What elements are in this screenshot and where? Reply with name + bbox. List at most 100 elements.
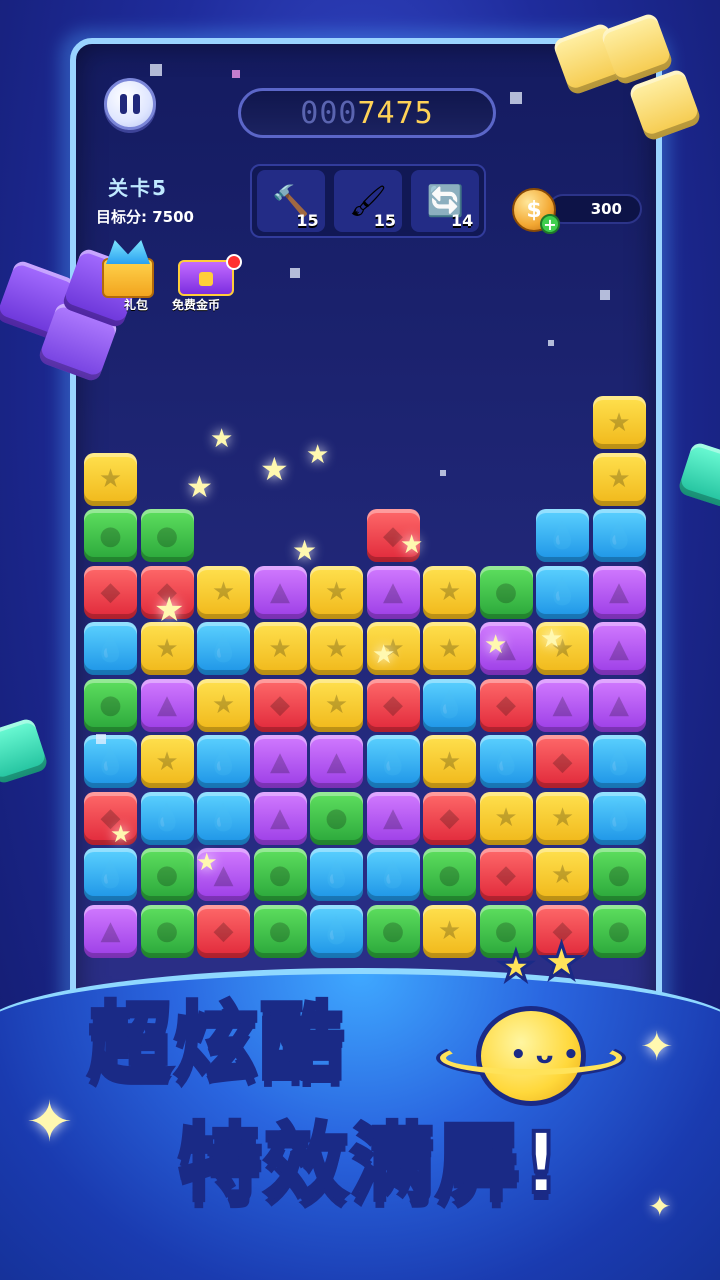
red-tile-symbol-icon: ◆: [383, 690, 403, 720]
blue-tile[interactable]: 💧: [197, 791, 250, 845]
green-tile[interactable]: ●: [479, 565, 533, 619]
yellow-tile[interactable]: ★: [423, 904, 476, 958]
yellow-tile[interactable]: ★: [84, 452, 137, 506]
green-tile[interactable]: ●: [310, 791, 363, 845]
hammer-count: 15: [296, 211, 319, 230]
blue-tile-symbol-icon: 💧: [433, 690, 466, 720]
red-tile[interactable]: ◆: [479, 848, 533, 901]
blue-tile[interactable]: 💧: [479, 735, 533, 788]
paint-brush-powerup-button[interactable]: 🖌 15: [333, 170, 402, 232]
purple-tile-symbol-icon: ▲: [552, 690, 573, 720]
yellow-tile[interactable]: ★: [423, 622, 476, 675]
purple-tile-symbol-icon: ▲: [609, 690, 629, 720]
yellow-tile[interactable]: ★: [592, 396, 646, 449]
add-coins-button[interactable]: +: [540, 214, 560, 234]
green-tile[interactable]: ●: [140, 509, 194, 562]
yellow-tile[interactable]: ★: [479, 791, 533, 845]
purple-tile[interactable]: ▲: [592, 678, 646, 732]
blue-tile[interactable]: 💧: [592, 791, 646, 845]
powerup-toolbar: 🔨 15 🖌 15 🔄 14: [250, 164, 486, 238]
blue-tile[interactable]: 💧: [423, 678, 476, 732]
yellow-tile[interactable]: ★: [536, 791, 589, 845]
green-tile-symbol-icon: ●: [99, 520, 122, 551]
blue-tile[interactable]: 💧: [536, 565, 589, 619]
purple-tile[interactable]: ▲: [536, 678, 589, 732]
red-tile-symbol-icon: ◆: [270, 690, 290, 720]
yellow-tile[interactable]: ★: [423, 735, 476, 788]
gift-pack-button[interactable]: 礼包: [96, 240, 160, 312]
green-tile[interactable]: ●: [253, 848, 307, 901]
sparkle-star-icon: ✦: [640, 1024, 674, 1070]
purple-tile[interactable]: ▲: [253, 565, 307, 619]
effect-star: ★: [196, 848, 218, 876]
red-tile-symbol-icon: ◆: [100, 577, 121, 607]
yellow-tile-symbol-icon: ★: [211, 690, 236, 720]
yellow-tile[interactable]: ★: [423, 565, 476, 619]
free-coins-button[interactable]: 免费金币: [172, 254, 244, 316]
yellow-tile[interactable]: ★: [536, 848, 589, 901]
purple-tile[interactable]: ▲: [366, 565, 420, 619]
green-tile[interactable]: ●: [592, 848, 646, 901]
blue-tile[interactable]: 💧: [310, 904, 363, 958]
blue-tile-symbol-icon: 💧: [207, 633, 240, 664]
yellow-tile[interactable]: ★: [310, 622, 363, 675]
red-tile[interactable]: ◆: [253, 678, 307, 732]
planet-face-icon: • ᴗ •: [510, 1040, 580, 1070]
green-tile[interactable]: ●: [140, 848, 194, 901]
purple-tile[interactable]: ▲: [592, 622, 646, 675]
green-tile[interactable]: ●: [84, 509, 137, 562]
yellow-tile[interactable]: ★: [592, 452, 646, 506]
yellow-tile-symbol-icon: ★: [494, 803, 518, 833]
green-tile[interactable]: ●: [253, 904, 307, 958]
yellow-tile[interactable]: ★: [310, 678, 363, 732]
red-tile-symbol-icon: ◆: [496, 859, 516, 890]
blue-tile[interactable]: 💧: [84, 735, 137, 788]
hammer-powerup-button[interactable]: 🔨 15: [256, 170, 325, 232]
blue-tile[interactable]: 💧: [84, 622, 137, 675]
green-tile[interactable]: ●: [140, 904, 194, 958]
blue-tile[interactable]: 💧: [140, 791, 194, 845]
sparkle: [440, 470, 446, 476]
purple-tile[interactable]: ▲: [366, 791, 420, 845]
red-tile[interactable]: ◆: [84, 565, 137, 619]
red-tile[interactable]: ◆: [197, 904, 250, 958]
pause-button[interactable]: [104, 78, 156, 130]
yellow-tile[interactable]: ★: [197, 678, 250, 732]
blue-tile[interactable]: 💧: [366, 848, 420, 901]
slogan-line-1: 超炫酷: [86, 991, 347, 1093]
yellow-tile[interactable]: ★: [197, 565, 250, 619]
purple-tile[interactable]: ▲: [253, 791, 307, 845]
blue-tile[interactable]: 💧: [536, 509, 589, 562]
red-tile[interactable]: ◆: [366, 678, 420, 732]
yellow-tile[interactable]: ★: [253, 622, 307, 675]
red-tile[interactable]: ◆: [479, 678, 533, 732]
purple-tile[interactable]: ▲: [84, 904, 137, 958]
blue-tile[interactable]: 💧: [310, 848, 363, 901]
effect-star: ★: [540, 624, 564, 654]
blue-tile-symbol-icon: 💧: [489, 746, 523, 777]
blue-tile-symbol-icon: 💧: [376, 859, 410, 890]
blue-tile[interactable]: 💧: [592, 735, 646, 788]
purple-tile[interactable]: ▲: [310, 735, 363, 788]
score-value: 7475: [357, 95, 434, 131]
yellow-tile[interactable]: ★: [140, 735, 194, 788]
green-tile[interactable]: ●: [366, 904, 420, 958]
blue-tile[interactable]: 💧: [366, 735, 420, 788]
yellow-tile[interactable]: ★: [310, 565, 363, 619]
red-tile[interactable]: ◆: [536, 735, 589, 788]
purple-tile[interactable]: ▲: [592, 565, 646, 619]
red-tile[interactable]: ◆: [423, 791, 476, 845]
purple-tile[interactable]: ▲: [140, 678, 194, 732]
blue-tile[interactable]: 💧: [197, 735, 250, 788]
blue-tile[interactable]: 💧: [197, 622, 250, 675]
green-tile[interactable]: ●: [84, 678, 137, 732]
sparkle: [232, 70, 240, 78]
refresh-powerup-button[interactable]: 🔄 14: [411, 170, 480, 232]
blue-tile[interactable]: 💧: [84, 848, 137, 901]
purple-tile[interactable]: ▲: [253, 735, 307, 788]
blue-tile[interactable]: 💧: [592, 509, 646, 562]
green-tile[interactable]: ●: [423, 848, 476, 901]
green-tile-symbol-icon: ●: [155, 916, 179, 946]
yellow-tile-symbol-icon: ★: [211, 577, 236, 607]
green-tile[interactable]: ●: [592, 904, 646, 958]
